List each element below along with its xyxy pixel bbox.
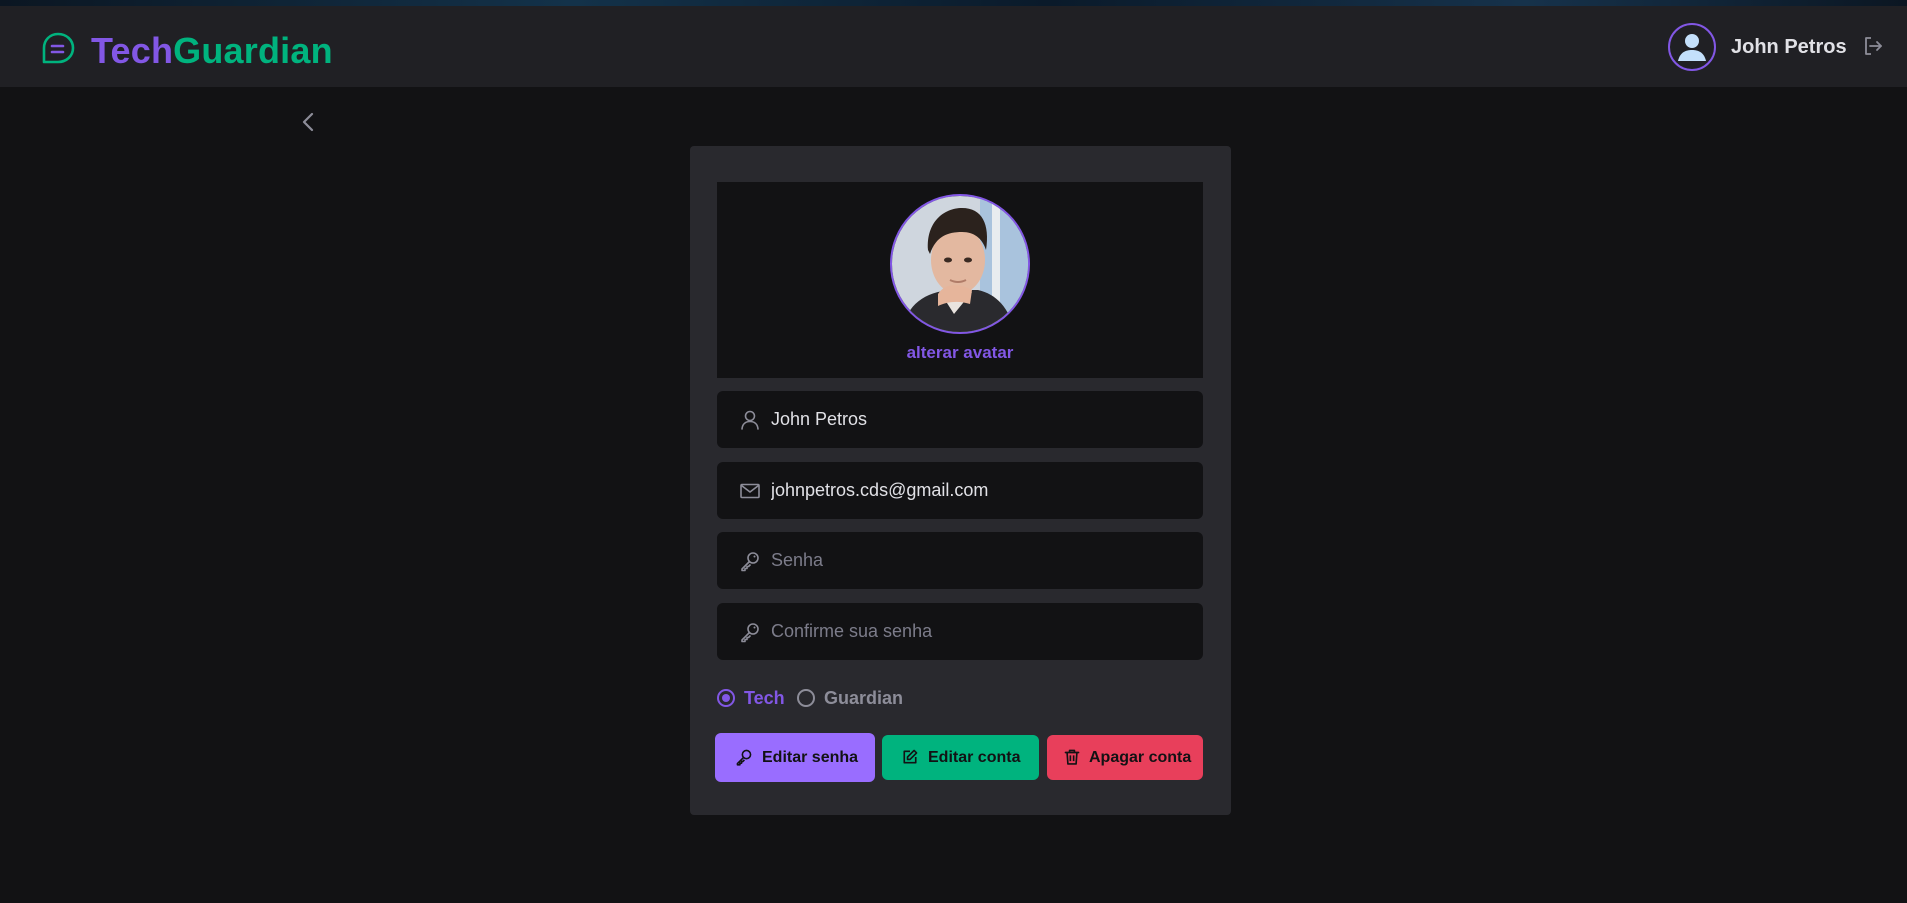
user-icon — [741, 410, 759, 430]
chevron-left-icon[interactable] — [294, 108, 322, 136]
logo-text-tech: Tech — [91, 30, 174, 71]
header-user-name: John Petros — [1731, 36, 1847, 58]
name-input[interactable] — [771, 391, 1191, 448]
password-field[interactable] — [717, 532, 1203, 589]
header-avatar[interactable] — [1668, 23, 1716, 71]
radio-tech-label[interactable]: Tech — [744, 686, 785, 710]
edit-icon — [903, 749, 918, 764]
radio-tech-indicator[interactable] — [717, 689, 735, 707]
edit-password-label: Editar senha — [762, 749, 859, 766]
edit-password-button[interactable]: Editar senha — [715, 733, 875, 782]
email-field[interactable] — [717, 462, 1203, 519]
delete-account-label: Apagar conta — [1089, 749, 1192, 766]
app-logo[interactable]: TechGuardian — [91, 28, 333, 74]
chat-bubble-icon — [42, 32, 75, 64]
user-avatar-icon — [1678, 34, 1706, 61]
profile-card: alterar avatar Te — [690, 146, 1231, 815]
mail-icon — [740, 483, 760, 499]
key-icon — [736, 749, 752, 766]
key-icon — [741, 552, 759, 572]
delete-account-button[interactable]: Apagar conta — [1047, 735, 1203, 780]
avatar-panel: alterar avatar — [717, 182, 1203, 378]
radio-guardian-indicator[interactable] — [797, 689, 815, 707]
password-input[interactable] — [771, 532, 1191, 589]
email-input[interactable] — [771, 462, 1191, 519]
profile-photo — [892, 196, 1028, 332]
key-icon — [741, 623, 759, 643]
logo-text-guardian: Guardian — [173, 30, 333, 71]
trash-icon — [1064, 749, 1080, 765]
edit-account-button[interactable]: Editar conta — [882, 735, 1039, 780]
name-field[interactable] — [717, 391, 1203, 448]
profile-avatar[interactable] — [890, 194, 1030, 334]
edit-account-label: Editar conta — [928, 749, 1021, 766]
confirm-password-field[interactable] — [717, 603, 1203, 660]
change-avatar-link[interactable]: alterar avatar — [717, 342, 1203, 364]
confirm-password-input[interactable] — [771, 603, 1191, 660]
app-header: TechGuardian John Petros — [0, 6, 1907, 87]
logout-icon[interactable] — [1862, 35, 1884, 57]
radio-guardian-label[interactable]: Guardian — [824, 686, 903, 710]
